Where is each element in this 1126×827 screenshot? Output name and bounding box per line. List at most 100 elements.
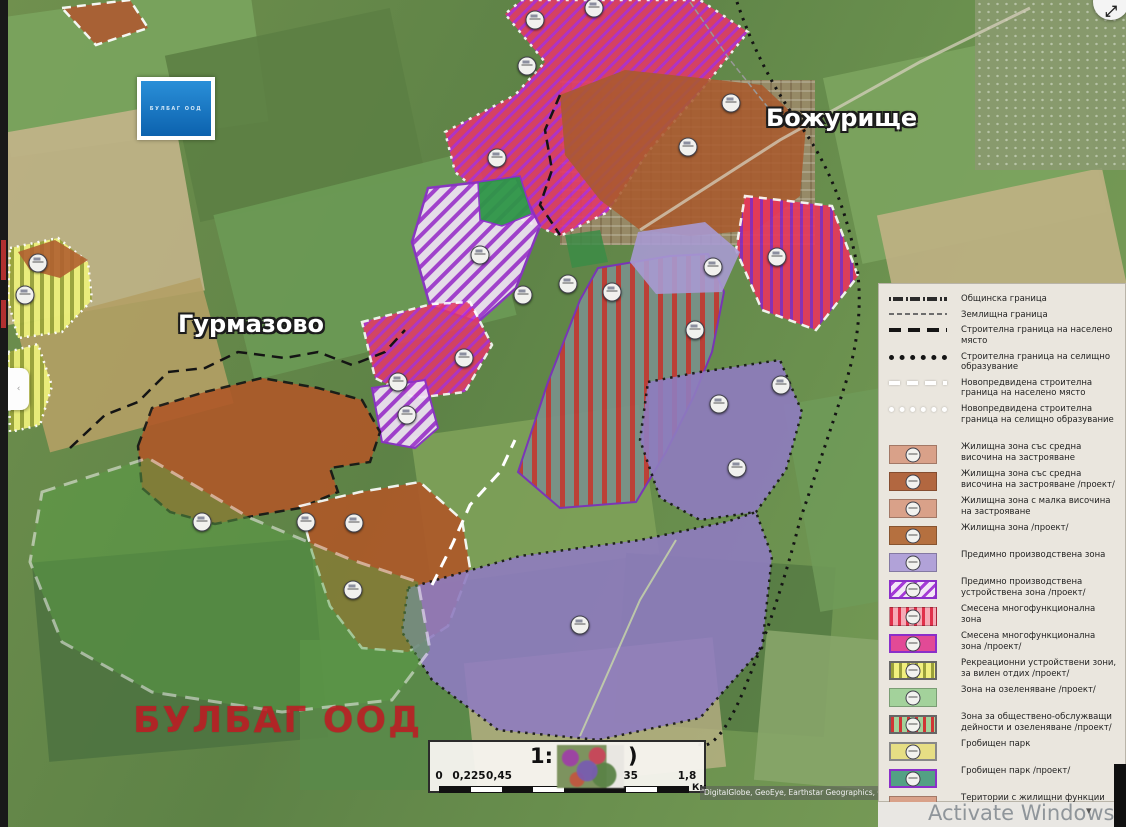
legend-panel: Общинска граница Землищна граница Строит… bbox=[878, 283, 1126, 802]
white-dashed-line-symbol bbox=[889, 381, 953, 385]
map-thumbnail bbox=[557, 745, 624, 788]
town-label-bozhurishte: Божурище bbox=[766, 104, 917, 132]
zone-badge bbox=[345, 514, 364, 533]
black-dashed-line-symbol bbox=[889, 328, 953, 332]
zone-badge bbox=[710, 395, 729, 414]
zone-badge bbox=[514, 286, 533, 305]
zone-badge bbox=[389, 373, 408, 392]
legend-label: Новопредвидена строителна граница на нас… bbox=[953, 378, 1117, 399]
expand-icon: ⤢ bbox=[1105, 2, 1117, 20]
town-label-gurmazovo: Гурмазово bbox=[178, 310, 324, 338]
zone-badge bbox=[398, 406, 417, 425]
legend-swatch bbox=[889, 445, 937, 464]
land-boundary-line-symbol bbox=[889, 313, 953, 315]
legend-swatch bbox=[889, 634, 937, 653]
legend-swatch bbox=[889, 661, 937, 680]
legend-swatch bbox=[889, 499, 937, 518]
legend-swatch bbox=[889, 580, 937, 599]
legend-label: Предимно производствена устройствена зон… bbox=[953, 577, 1117, 598]
legend-label: Гробищен парк /проект/ bbox=[953, 766, 1070, 777]
legend-line-item: Новопредвидена строителна граница на нас… bbox=[889, 378, 1117, 399]
bulbag-logo-text: БУЛБАГ ООД bbox=[150, 106, 202, 112]
legend-label: Зона на озеленяване /проект/ bbox=[953, 685, 1096, 696]
legend-label: Зона за обществено-обслужващи дейности и… bbox=[953, 712, 1117, 733]
zone-badge bbox=[679, 138, 698, 157]
sidebar-collapse-handle[interactable]: ‹ bbox=[8, 368, 29, 410]
legend-swatch bbox=[889, 526, 937, 545]
legend-label: Смесена многофункционална зона /проект/ bbox=[953, 631, 1117, 652]
zone-badge bbox=[772, 376, 791, 395]
municipal-boundary-line-symbol bbox=[889, 297, 953, 301]
zone-badge bbox=[344, 581, 363, 600]
zone-badge bbox=[559, 275, 578, 294]
legend-label: Жилищна зона със средна височина на заст… bbox=[953, 469, 1117, 490]
legend-swatch bbox=[889, 769, 937, 788]
legend-label: Жилищна зона със средна височина на заст… bbox=[953, 442, 1117, 463]
zone-badge bbox=[722, 94, 741, 113]
zone-badge bbox=[471, 246, 490, 265]
legend-zone-item: Зона за обществено-обслужващи дейности и… bbox=[889, 712, 1117, 734]
zone-badge bbox=[728, 459, 747, 478]
scale-tick: 0,45 bbox=[486, 770, 512, 782]
legend-line-item: Новопредвидена строителна граница на сел… bbox=[889, 404, 1117, 425]
legend-zone-item: Предимно производствена зона bbox=[889, 550, 1117, 572]
legend-zone-item: Зона на озеленяване /проект/ bbox=[889, 685, 1117, 707]
scale-tick: 0 bbox=[435, 770, 442, 782]
legend-zone-item: Предимно производствена устройствена зон… bbox=[889, 577, 1117, 599]
zone-badge bbox=[193, 513, 212, 532]
legend-label: Гробищен парк bbox=[953, 739, 1030, 750]
legend-zone-item: Смесена многофункционална зона bbox=[889, 604, 1117, 626]
window-right-edge bbox=[1114, 764, 1126, 827]
scale-tick: 1,8 bbox=[678, 770, 697, 782]
legend-zone-item: Жилищна зона със средна височина на заст… bbox=[889, 469, 1117, 491]
legend-swatch bbox=[889, 553, 937, 572]
legend-line-item: Строителна граница на селищно образувани… bbox=[889, 352, 1117, 373]
legend-swatch bbox=[889, 688, 937, 707]
chevron-down-icon[interactable]: ▾ bbox=[1086, 804, 1092, 817]
legend-label: Землищна граница bbox=[953, 310, 1048, 321]
legend-line-item: Общинска граница bbox=[889, 294, 1117, 305]
map-viewer[interactable]: Божурище Гурмазово БУЛБАГ ООД БУЛБАГ ООД… bbox=[0, 0, 1126, 827]
legend-label: Общинска граница bbox=[953, 294, 1047, 305]
imagery-attribution: DigitalGlobe, GeoEye, Earthstar Geograph… bbox=[700, 786, 878, 800]
legend-label: Предимно производствена зона bbox=[953, 550, 1105, 561]
legend-swatch bbox=[889, 715, 937, 734]
zone-badge bbox=[29, 254, 48, 273]
scale-bar: 1: ) 0 0,225 0,45 1,35 1,8 Км bbox=[428, 740, 706, 793]
black-dotted-line-symbol bbox=[889, 355, 953, 360]
legend-zone-item: Жилищна зона с малка височина на застроя… bbox=[889, 496, 1117, 518]
legend-zone-item: Жилищна зона със средна височина на заст… bbox=[889, 442, 1117, 464]
zone-badge bbox=[571, 616, 590, 635]
legend-zone-item: Гробищен парк /проект/ bbox=[889, 766, 1117, 788]
legend-label: Строителна граница на населено място bbox=[953, 325, 1117, 346]
legend-label: Смесена многофункционална зона bbox=[953, 604, 1117, 625]
legend-label: Жилищна зона /проект/ bbox=[953, 523, 1069, 534]
legend-label: Жилищна зона с малка височина на застроя… bbox=[953, 496, 1117, 517]
legend-line-item: Землищна граница bbox=[889, 310, 1117, 321]
zone-badge bbox=[16, 286, 35, 305]
zone-badge bbox=[518, 57, 537, 76]
zone-badge bbox=[297, 513, 316, 532]
scale-ratio-suffix: ) bbox=[628, 744, 638, 768]
zone-badge bbox=[704, 258, 723, 277]
legend-swatch bbox=[889, 742, 937, 761]
chevron-left-icon: ‹ bbox=[17, 384, 21, 394]
zone-badge bbox=[603, 283, 622, 302]
legend-zone-item: Смесена многофункционална зона /проект/ bbox=[889, 631, 1117, 653]
zone-badge bbox=[686, 321, 705, 340]
zone-badge bbox=[455, 349, 474, 368]
legend-zone-item: Гробищен парк bbox=[889, 739, 1117, 761]
legend-label: Строителна граница на селищно образувани… bbox=[953, 352, 1117, 373]
zone-badge bbox=[488, 149, 507, 168]
zone-badge bbox=[526, 11, 545, 30]
zone-badge bbox=[768, 248, 787, 267]
legend-swatch bbox=[889, 472, 937, 491]
bulbag-logo: БУЛБАГ ООД bbox=[137, 77, 215, 140]
window-left-edge bbox=[0, 0, 8, 827]
legend-line-item: Строителна граница на населено място bbox=[889, 325, 1117, 346]
legend-swatch bbox=[889, 607, 937, 626]
legend-zone-item: Рекреационни устройствени зони, за вилен… bbox=[889, 658, 1117, 680]
white-dotted-line-symbol bbox=[889, 407, 953, 412]
scale-ratio-text: 1: bbox=[530, 744, 553, 768]
legend-label: Рекреационни устройствени зони, за вилен… bbox=[953, 658, 1117, 679]
